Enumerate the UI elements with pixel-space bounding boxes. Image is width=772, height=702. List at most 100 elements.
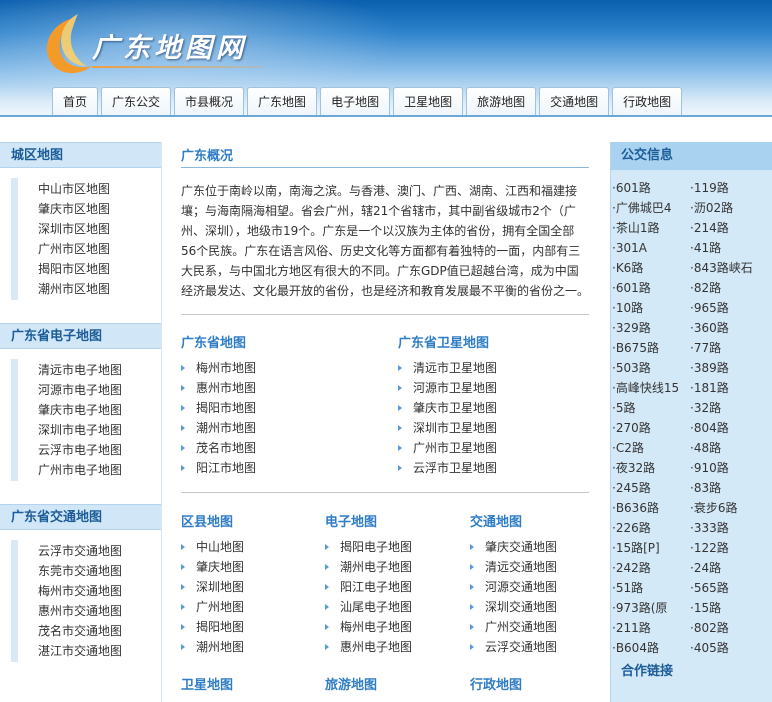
bus-route-link[interactable]: ·茶山1路 [612,218,690,238]
nav-item-county-overview[interactable]: 市县概况 [174,87,245,116]
list-item[interactable]: 云浮市交通地图 [38,541,161,561]
bus-route-link[interactable]: ·B675路 [612,338,690,358]
list-item[interactable]: 湛江市交通地图 [38,641,161,661]
bus-route-link[interactable]: ·15路[P] [612,538,690,558]
bus-route-link[interactable]: ·565路 [690,578,770,598]
bus-route-link[interactable]: ·181路 [690,378,770,398]
bus-route-link[interactable]: ·973路(原 [612,598,690,618]
nav-item-satellite-map[interactable]: 卫星地图 [393,87,464,116]
list-item[interactable]: 惠州市地图 [181,378,256,398]
bus-route-link[interactable]: ·32路 [690,398,770,418]
bus-route-link[interactable]: ·48路 [690,438,770,458]
bus-route-link[interactable]: ·214路 [690,218,770,238]
list-item[interactable]: 茂名市地图 [181,438,256,458]
list-item[interactable]: 广州市区地图 [38,239,161,259]
list-item[interactable]: 揭阳地图 [181,617,244,637]
list-item[interactable]: 广州市电子地图 [38,460,161,480]
list-item[interactable]: 清远市电子地图 [38,360,161,380]
nav-item-guangdong-map[interactable]: 广东地图 [247,87,318,116]
list-item[interactable]: 河源市电子地图 [38,380,161,400]
bus-route-link[interactable]: ·沥02路 [690,198,770,218]
bus-route-link[interactable]: ·329路 [612,318,690,338]
bus-route-link[interactable]: ·122路 [690,538,770,558]
bus-route-link[interactable]: ·242路 [612,558,690,578]
list-item[interactable]: 东莞市交通地图 [38,561,161,581]
list-item[interactable]: 广州市卫星地图 [398,438,497,458]
bus-route-link[interactable]: ·K6路 [612,258,690,278]
nav-item-electronic-map[interactable]: 电子地图 [320,87,391,116]
site-logo-text[interactable]: 广东地图网 [92,26,247,65]
list-item[interactable]: 深圳地图 [181,577,244,597]
nav-item-home[interactable]: 首页 [52,87,99,116]
nav-item-bus[interactable]: 广东公交 [101,87,172,116]
admin-map-title[interactable]: 行政地图 [470,674,522,693]
list-item[interactable]: 肇庆交通地图 [470,537,557,557]
list-item[interactable]: 惠州市交通地图 [38,601,161,621]
bus-route-link[interactable]: ·高峰快线15 [612,378,690,398]
bus-route-link[interactable]: ·360路 [690,318,770,338]
bus-route-link[interactable]: ·83路 [690,478,770,498]
bus-route-link[interactable]: ·B636路 [612,498,690,518]
traffic-map-title[interactable]: 交通地图 [470,511,522,530]
list-item[interactable]: 深圳市卫星地图 [398,418,497,438]
bus-route-link[interactable]: ·601路 [612,278,690,298]
list-item[interactable]: 阳江市地图 [181,458,256,478]
bus-route-link[interactable]: ·910路 [690,458,770,478]
electronic-map-title[interactable]: 电子地图 [325,511,377,530]
list-item[interactable]: 揭阳市地图 [181,398,256,418]
list-item[interactable]: 云浮市卫星地图 [398,458,497,478]
bus-route-link[interactable]: ·843路峡石 [690,258,770,278]
list-item[interactable]: 清远交通地图 [470,557,557,577]
bus-route-link[interactable]: ·82路 [690,278,770,298]
bus-route-link[interactable]: ·夜32路 [612,458,690,478]
list-item[interactable]: 惠州电子地图 [325,637,412,657]
list-item[interactable]: 河源市卫星地图 [398,378,497,398]
list-item[interactable]: 潮州地图 [181,637,244,657]
bus-route-link[interactable]: ·51路 [612,578,690,598]
bus-route-link[interactable]: ·405路 [690,638,770,658]
list-item[interactable]: 云浮交通地图 [470,637,557,657]
list-item[interactable]: 梅州市交通地图 [38,581,161,601]
nav-item-tourism-map[interactable]: 旅游地图 [466,87,537,116]
bus-route-link[interactable]: ·119路 [690,178,770,198]
list-item[interactable]: 广州地图 [181,597,244,617]
bus-route-link[interactable]: ·衰步6路 [690,498,770,518]
bus-route-link[interactable]: ·24路 [690,558,770,578]
bus-route-link[interactable]: ·503路 [612,358,690,378]
list-item[interactable]: 汕尾电子地图 [325,597,412,617]
bus-route-link[interactable]: ·41路 [690,238,770,258]
bus-route-link[interactable]: ·245路 [612,478,690,498]
satellite-map-title[interactable]: 卫星地图 [181,674,233,693]
bus-route-link[interactable]: ·965路 [690,298,770,318]
list-item[interactable]: 肇庆市卫星地图 [398,398,497,418]
list-item[interactable]: 梅州市地图 [181,358,256,378]
bus-route-link[interactable]: ·C2路 [612,438,690,458]
province-satellite-title[interactable]: 广东省卫星地图 [398,332,489,351]
list-item[interactable]: 河源交通地图 [470,577,557,597]
bus-route-link[interactable]: ·802路 [690,618,770,638]
nav-item-traffic-map[interactable]: 交通地图 [539,87,610,116]
bus-route-link[interactable]: ·333路 [690,518,770,538]
list-item[interactable]: 深圳交通地图 [470,597,557,617]
bus-route-link[interactable]: ·804路 [690,418,770,438]
list-item[interactable]: 揭阳市区地图 [38,259,161,279]
county-map-title[interactable]: 区县地图 [181,511,233,530]
bus-route-link[interactable]: ·389路 [690,358,770,378]
list-item[interactable]: 肇庆市区地图 [38,199,161,219]
list-item[interactable]: 肇庆市电子地图 [38,400,161,420]
bus-route-link[interactable]: ·270路 [612,418,690,438]
bus-route-link[interactable]: ·广佛城巴4 [612,198,690,218]
list-item[interactable]: 潮州市地图 [181,418,256,438]
list-item[interactable]: 深圳市电子地图 [38,420,161,440]
bus-route-link[interactable]: ·B604路 [612,638,690,658]
bus-route-link[interactable]: ·601路 [612,178,690,198]
bus-route-link[interactable]: ·211路 [612,618,690,638]
bus-route-link[interactable]: ·10路 [612,298,690,318]
bus-route-link[interactable]: ·301A [612,238,690,258]
list-item[interactable]: 揭阳电子地图 [325,537,412,557]
list-item[interactable]: 深圳市区地图 [38,219,161,239]
bus-route-link[interactable]: ·77路 [690,338,770,358]
nav-item-admin-map[interactable]: 行政地图 [612,87,683,116]
bus-route-link[interactable]: ·15路 [690,598,770,618]
list-item[interactable]: 梅州电子地图 [325,617,412,637]
